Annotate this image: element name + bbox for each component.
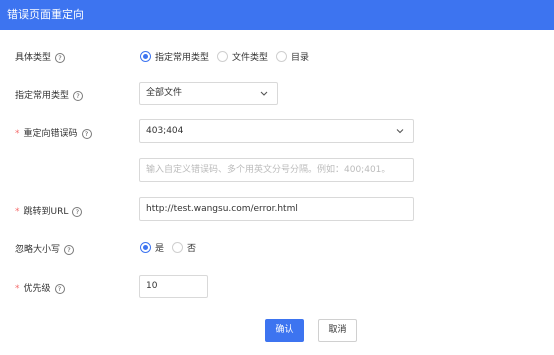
ignore-case-radio-group: 是 否 bbox=[140, 241, 204, 254]
confirm-button[interactable]: 确认 bbox=[265, 319, 304, 342]
radio-directory[interactable]: 目录 bbox=[276, 50, 309, 63]
radio-ignore-no[interactable]: 否 bbox=[172, 241, 196, 254]
radio-file-type[interactable]: 文件类型 bbox=[217, 50, 268, 63]
chevron-down-icon bbox=[396, 129, 404, 134]
help-icon[interactable]: ? bbox=[81, 129, 92, 139]
required-mark: * bbox=[15, 129, 20, 139]
dialog-header: 错误页面重定向 bbox=[0, 0, 554, 30]
chevron-down-icon bbox=[260, 91, 268, 96]
radio-checked-icon[interactable] bbox=[140, 51, 151, 62]
redirect-codes-select[interactable]: 403;404 bbox=[139, 119, 414, 143]
required-mark: * bbox=[15, 284, 20, 294]
radio-unchecked-icon[interactable] bbox=[276, 51, 288, 62]
custom-codes-input[interactable]: 输入自定义错误码、多个用英文分号分隔。例如：400;401。 bbox=[139, 158, 414, 182]
cancel-button[interactable]: 取消 bbox=[318, 319, 357, 342]
ignore-case-label: 忽略大小写? bbox=[15, 242, 75, 255]
radio-common-type[interactable]: 指定常用类型 bbox=[140, 50, 209, 63]
specific-type-radio-group: 指定常用类型 文件类型 目录 bbox=[140, 50, 317, 63]
custom-codes-placeholder: 输入自定义错误码、多个用英文分号分隔。例如：400;401。 bbox=[146, 165, 391, 175]
help-icon[interactable]: ? bbox=[64, 245, 75, 255]
help-icon[interactable]: ? bbox=[73, 91, 84, 101]
radio-ignore-yes[interactable]: 是 bbox=[140, 241, 164, 254]
required-mark: * bbox=[15, 207, 20, 217]
radio-checked-icon[interactable] bbox=[140, 242, 151, 253]
help-icon[interactable]: ? bbox=[72, 207, 83, 217]
redirect-url-label: * 跳转到URL? bbox=[15, 204, 83, 217]
help-icon[interactable]: ? bbox=[55, 53, 66, 63]
redirect-url-input[interactable]: http://test.wangsu.com/error.html bbox=[139, 197, 414, 221]
common-type-select[interactable]: 全部文件 bbox=[139, 82, 278, 105]
dialog-title: 错误页面重定向 bbox=[7, 8, 84, 21]
help-icon[interactable]: ? bbox=[54, 284, 65, 294]
specific-type-label: 具体类型? bbox=[15, 50, 66, 63]
common-type-label: 指定常用类型? bbox=[15, 88, 84, 101]
radio-unchecked-icon[interactable] bbox=[172, 242, 184, 253]
priority-input[interactable]: 10 bbox=[139, 275, 208, 298]
radio-unchecked-icon[interactable] bbox=[217, 51, 229, 62]
redirect-codes-label: * 重定向错误码? bbox=[15, 126, 92, 139]
priority-label: * 优先级? bbox=[15, 281, 65, 294]
